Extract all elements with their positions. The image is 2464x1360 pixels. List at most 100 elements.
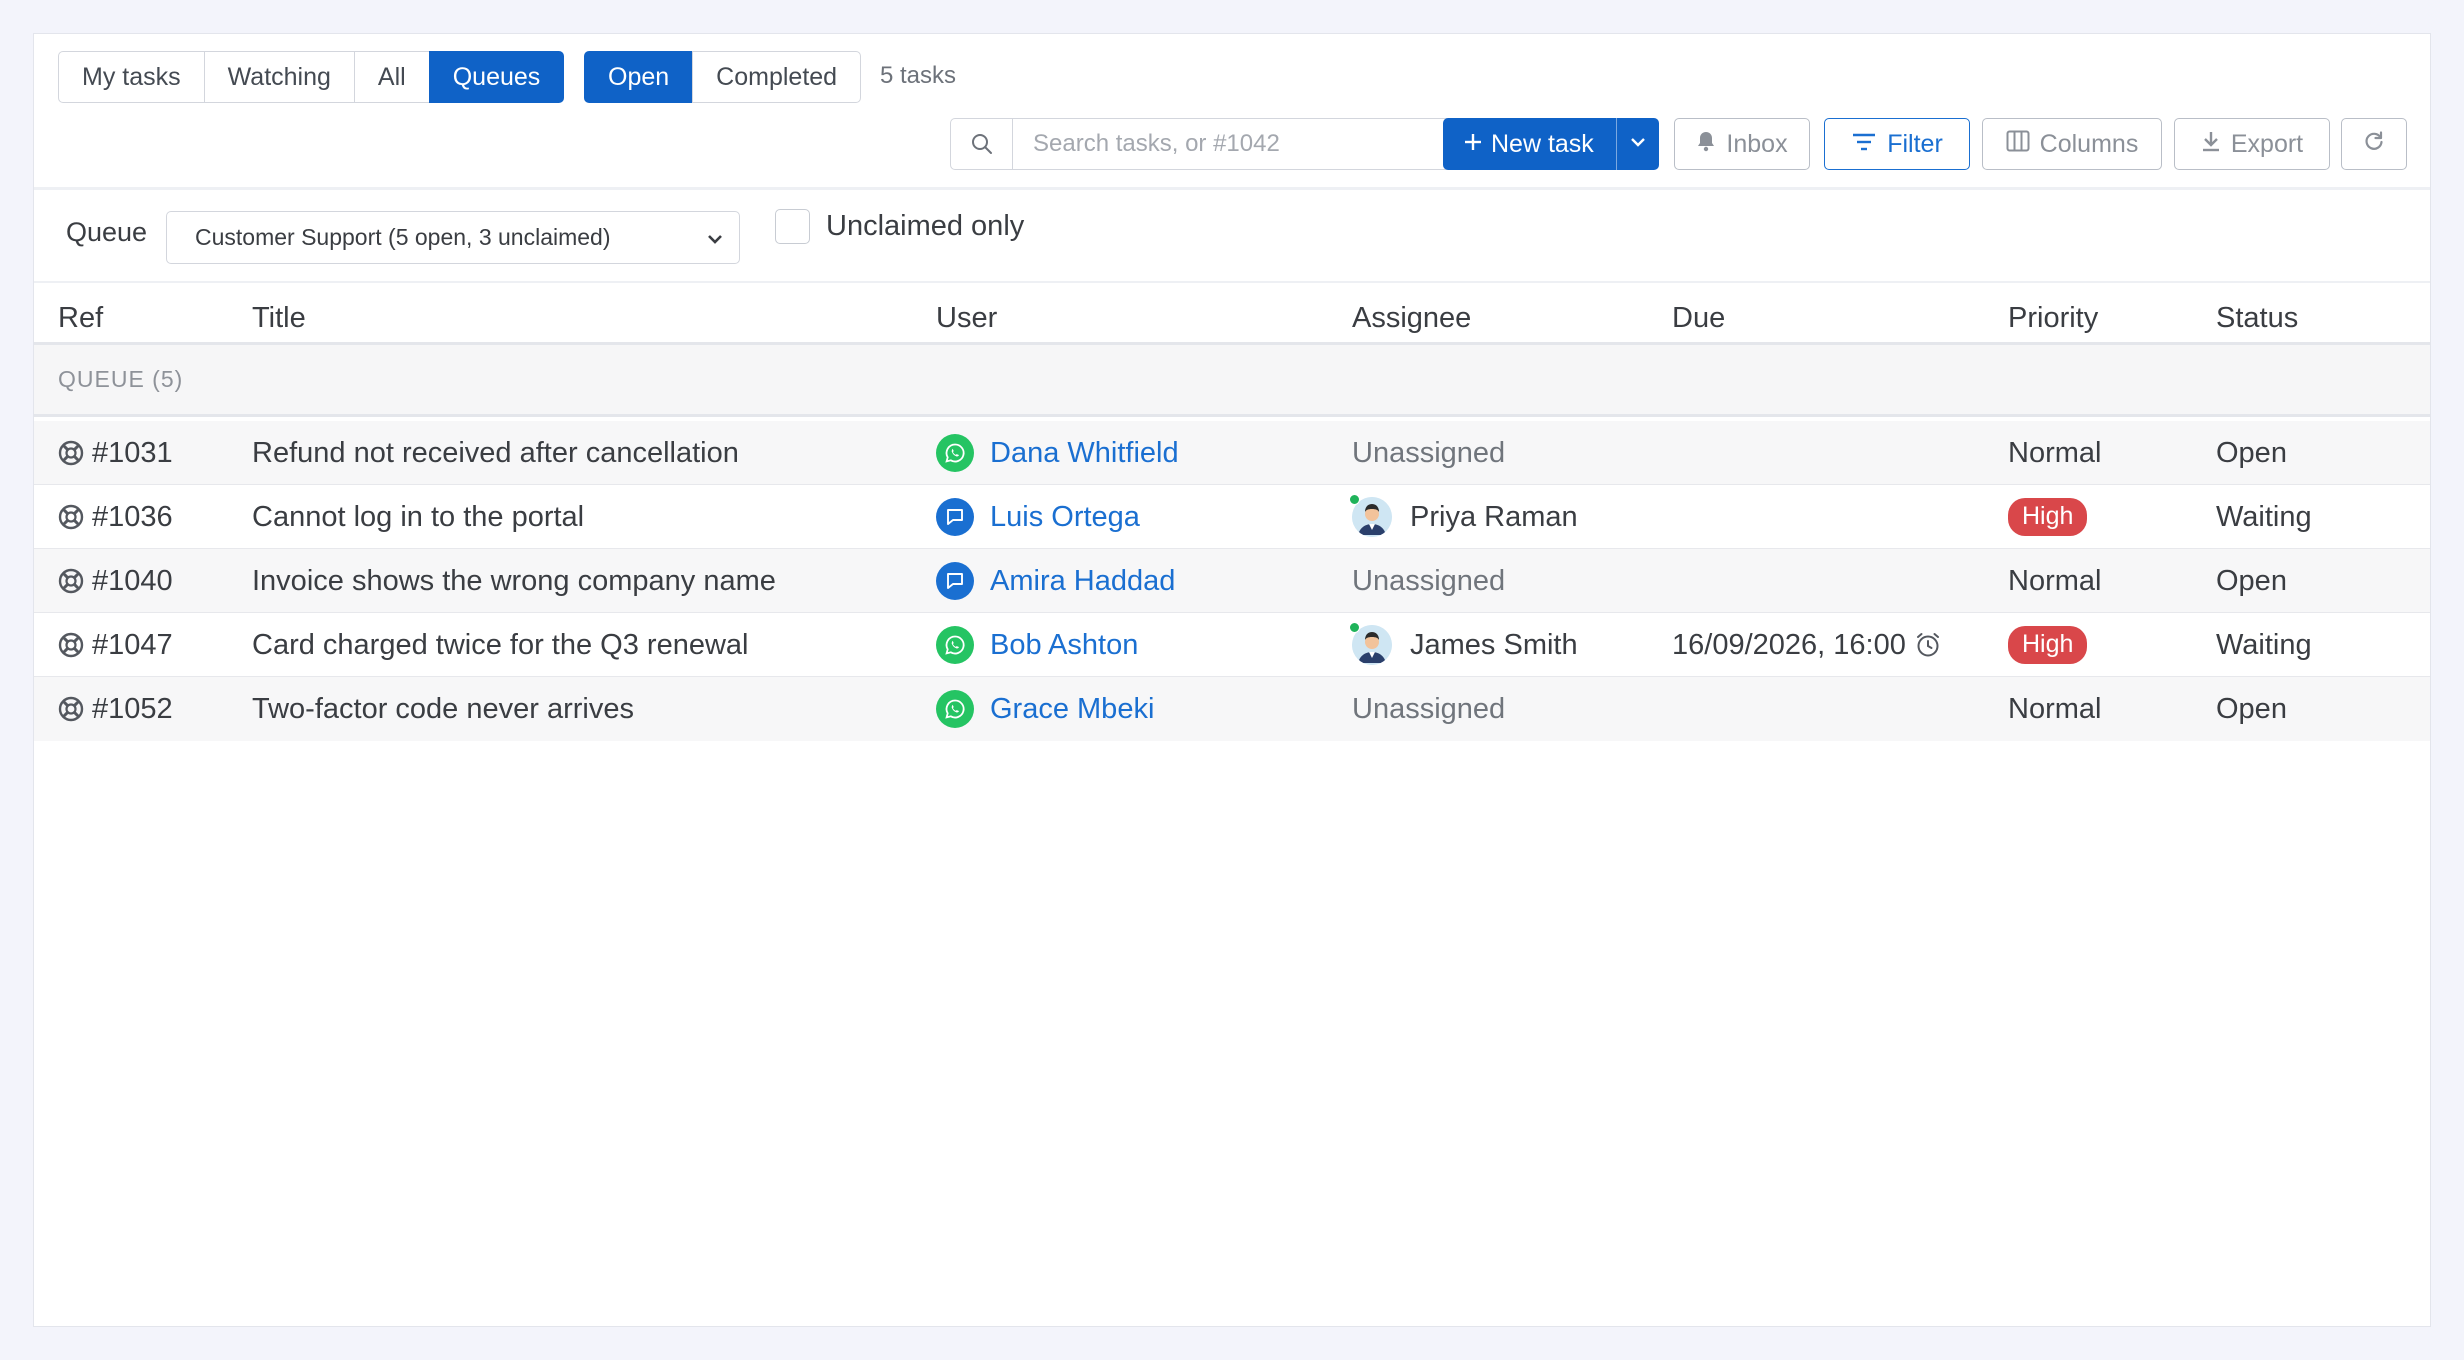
user-link[interactable]: Bob Ashton: [990, 629, 1138, 662]
queue-group-label: QUEUE (5): [58, 366, 184, 392]
ref-text: #1052: [92, 692, 173, 725]
queue-label: Queue: [66, 217, 148, 247]
export-label: Export: [2230, 129, 2304, 158]
table-row[interactable]: #1031 Refund not received after cancella…: [34, 421, 2430, 485]
assignee-cell: Priya Raman: [1349, 485, 1578, 549]
inbox-button[interactable]: Inbox: [1674, 118, 1810, 170]
status-cell: Open: [2216, 564, 2287, 597]
due-text: 16/09/2026, 16:00: [1672, 628, 1906, 661]
table-row[interactable]: #1040 Invoice shows the wrong company na…: [34, 549, 2430, 613]
user-cell: Dana Whitfield: [936, 421, 1179, 485]
priority-cell: High: [2008, 613, 2088, 677]
priority-badge: High: [2008, 626, 2088, 664]
table-row[interactable]: #1047 Card charged twice for the Q3 rene…: [34, 613, 2430, 677]
user-cell: Bob Ashton: [936, 613, 1138, 677]
unclaimed-only-label[interactable]: Unclaimed only: [826, 210, 1024, 243]
avatar: [1349, 494, 1392, 537]
assignee-cell: James Smith: [1349, 613, 1578, 677]
refresh-icon: [2363, 130, 2385, 159]
plus-icon: [1463, 130, 1483, 159]
column-header-ref[interactable]: Ref: [58, 302, 103, 335]
user-link[interactable]: Grace Mbeki: [990, 693, 1154, 726]
ref-text: #1047: [92, 628, 173, 661]
lifebuoy-icon: [58, 504, 84, 530]
whatsapp-icon: [936, 690, 974, 728]
lifebuoy-icon: [58, 440, 84, 466]
task-count: 5 tasks: [880, 62, 957, 89]
ref-cell: #1036: [58, 485, 173, 549]
table-row[interactable]: #1052 Two-factor code never arrives Grac…: [34, 677, 2430, 741]
title-cell: Two-factor code never arrives: [252, 692, 634, 725]
online-status-dot: [1349, 622, 1360, 633]
priority-cell: Normal: [2008, 564, 2102, 597]
whatsapp-icon: [936, 626, 974, 664]
filter-button[interactable]: Filter: [1824, 118, 1970, 170]
search-input[interactable]: [1013, 119, 1462, 169]
user-link[interactable]: Dana Whitfield: [990, 437, 1179, 470]
ref-cell: #1052: [58, 677, 173, 741]
tab-all[interactable]: All: [353, 51, 430, 103]
tab-watching[interactable]: Watching: [203, 51, 355, 103]
tab-my-tasks[interactable]: My tasks: [58, 51, 205, 103]
lifebuoy-icon: [58, 568, 84, 594]
user-link[interactable]: Luis Ortega: [990, 501, 1140, 534]
bell-icon: [1696, 130, 1716, 159]
chevron-down-icon: [1629, 135, 1647, 153]
tab-open[interactable]: Open: [584, 51, 694, 103]
column-header-title[interactable]: Title: [252, 302, 306, 335]
assignee-cell: Unassigned: [1352, 564, 1506, 597]
user-cell: Luis Ortega: [936, 485, 1140, 549]
column-header-due[interactable]: Due: [1672, 302, 1725, 335]
column-header-user[interactable]: User: [936, 302, 997, 335]
alarm-clock-icon: [1914, 631, 1942, 659]
new-task-dropdown-button[interactable]: [1617, 118, 1659, 170]
scope-tabs: My tasks Watching All Queues: [58, 51, 565, 103]
status-cell: Open: [2216, 436, 2287, 469]
assignee-cell: Unassigned: [1352, 692, 1506, 725]
new-task-button[interactable]: New task: [1443, 118, 1617, 170]
tasks-panel: My tasks Watching All Queues Open Comple…: [33, 33, 2431, 1327]
inbox-label: Inbox: [1726, 129, 1788, 158]
title-cell: Invoice shows the wrong company name: [252, 564, 776, 597]
columns-label: Columns: [2039, 129, 2139, 158]
tab-queues[interactable]: Queues: [428, 51, 565, 103]
unclaimed-only-checkbox[interactable]: [775, 209, 810, 244]
user-cell: Grace Mbeki: [936, 677, 1154, 741]
priority-cell: Normal: [2008, 692, 2102, 725]
table-row[interactable]: #1036 Cannot log in to the portal Luis O…: [34, 485, 2430, 549]
new-task-split-button: New task: [1443, 118, 1659, 170]
assignee-cell: Unassigned: [1352, 436, 1506, 469]
title-cell: Refund not received after cancellation: [252, 436, 739, 469]
filter-icon: [1851, 130, 1877, 159]
lifebuoy-icon: [58, 632, 84, 658]
title-cell: Card charged twice for the Q3 renewal: [252, 628, 749, 661]
queue-select[interactable]: Customer Support (5 open, 3 unclaimed): [166, 211, 740, 264]
tab-completed[interactable]: Completed: [692, 51, 862, 103]
status-cell: Waiting: [2216, 628, 2312, 661]
table-header: Ref Title User Assignee Due Priority Sta…: [34, 294, 2430, 344]
chevron-down-icon: [705, 228, 725, 255]
online-status-dot: [1349, 494, 1360, 505]
filter-label: Filter: [1887, 129, 1943, 158]
export-button[interactable]: Export: [2174, 118, 2330, 170]
whatsapp-icon: [936, 434, 974, 472]
user-link[interactable]: Amira Haddad: [990, 565, 1175, 598]
column-header-assignee[interactable]: Assignee: [1352, 302, 1471, 335]
queue-select-value: Customer Support (5 open, 3 unclaimed): [195, 224, 611, 250]
title-cell: Cannot log in to the portal: [252, 500, 585, 533]
columns-button[interactable]: Columns: [1982, 118, 2162, 170]
ref-text: #1040: [92, 564, 173, 597]
column-header-status[interactable]: Status: [2216, 302, 2298, 335]
search-box: [950, 118, 1463, 170]
lifebuoy-icon: [58, 696, 84, 722]
user-cell: Amira Haddad: [936, 549, 1175, 613]
new-task-label: New task: [1491, 129, 1594, 158]
refresh-button[interactable]: [2341, 118, 2407, 170]
assignee-name: Priya Raman: [1410, 500, 1578, 533]
chat-icon: [936, 498, 974, 536]
avatar: [1349, 622, 1392, 665]
priority-badge: High: [2008, 498, 2088, 536]
column-header-priority[interactable]: Priority: [2008, 302, 2098, 335]
priority-cell: High: [2008, 485, 2088, 549]
search-icon: [951, 119, 1013, 169]
